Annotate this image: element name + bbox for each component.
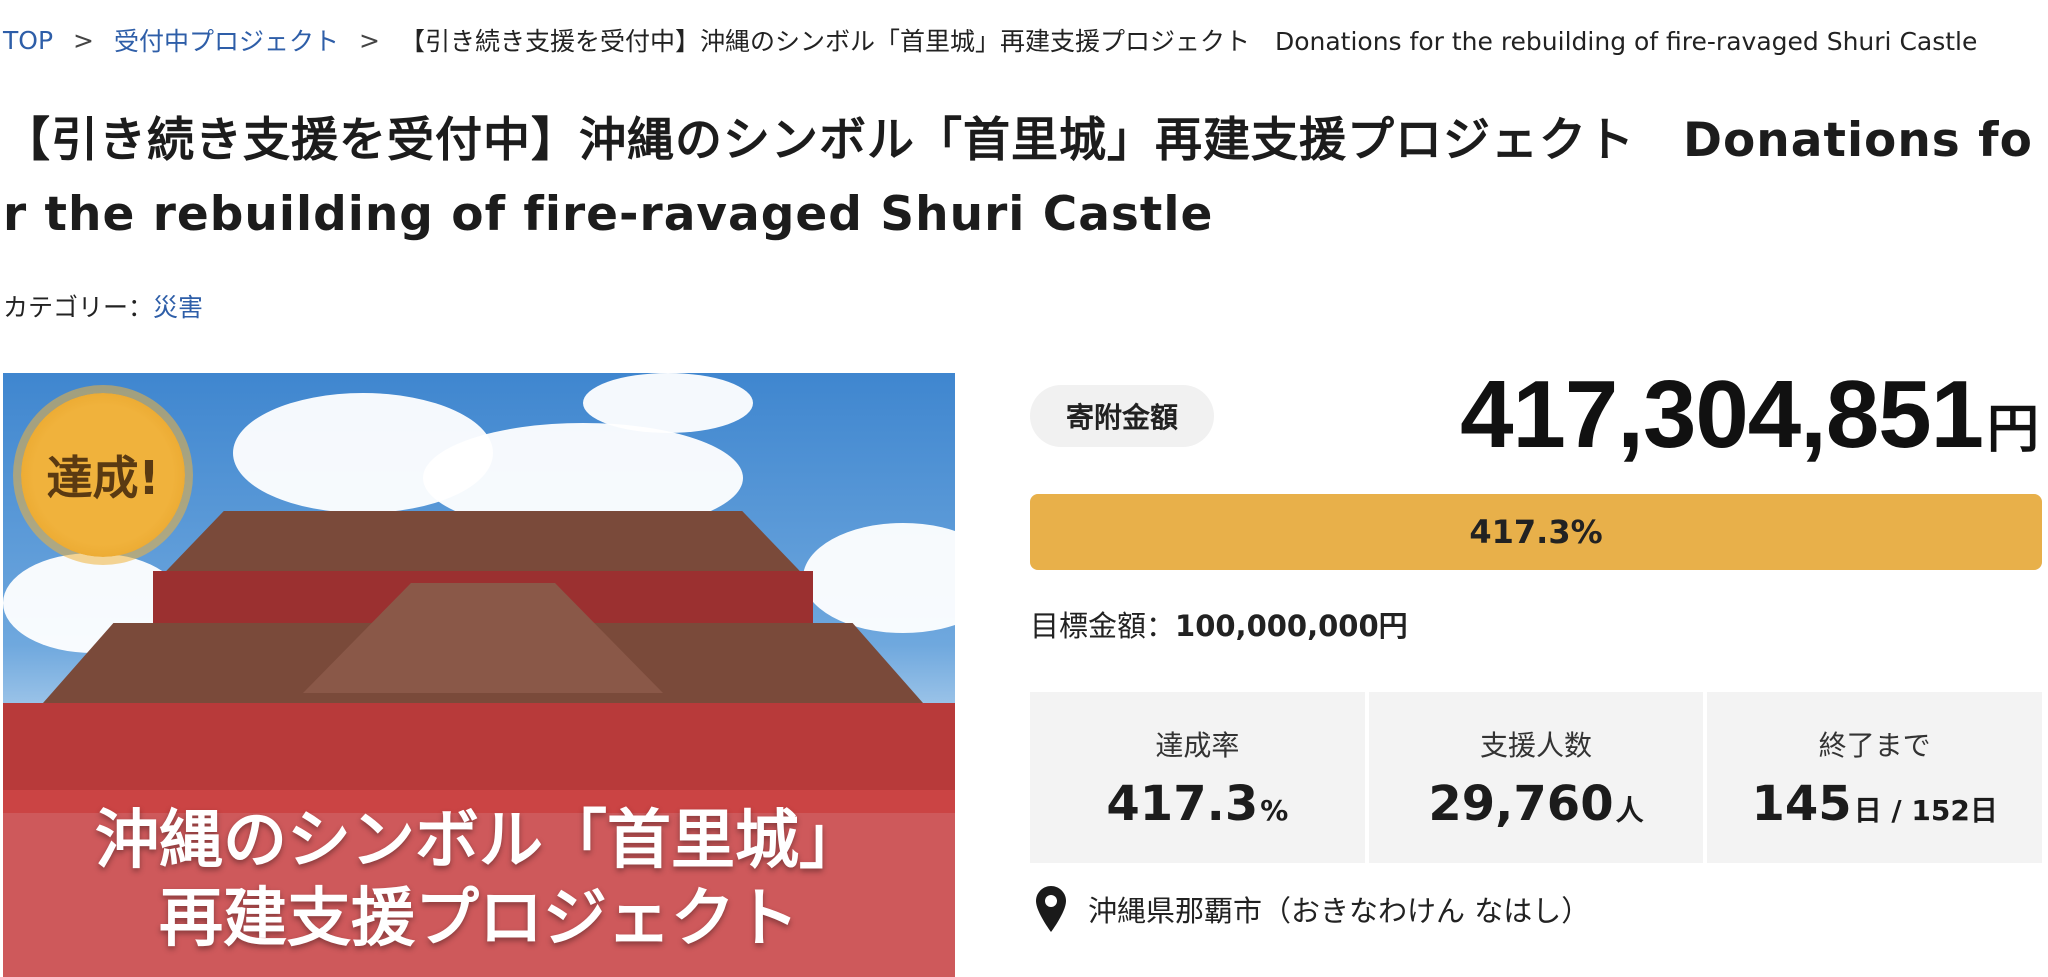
page-title: 【引き続き支援を受付中】沖縄のシンボル「首里城」再建支援プロジェクト Donat…	[3, 113, 2033, 242]
stat-number: 417.3	[1106, 775, 1259, 832]
stat-value: 417.3%	[1106, 776, 1288, 832]
project-hero-image: 達成! 沖縄のシンボル「首里城」 再建支援プロジェクト	[3, 373, 955, 977]
breadcrumb-separator: >	[359, 25, 380, 55]
funding-progress-text: 417.3%	[1469, 513, 1603, 551]
stat-achievement-rate: 達成率 417.3%	[1030, 692, 1365, 863]
donation-amount-label: 寄附金額	[1030, 385, 1214, 447]
stat-unit: 日 / 152日	[1853, 793, 1998, 827]
hero-caption: 沖縄のシンボル「首里城」 再建支援プロジェクト	[3, 790, 955, 977]
cloud-shape	[803, 523, 955, 633]
breadcrumb-top-link[interactable]: TOP	[3, 26, 53, 55]
stat-value: 29,760人	[1428, 776, 1643, 832]
donation-amount: 417,304,851円	[1460, 360, 2039, 470]
stat-unit: 人	[1615, 793, 1644, 827]
breadcrumb-separator: >	[73, 25, 94, 55]
stat-number: 145	[1751, 775, 1852, 832]
stat-number: 29,760	[1428, 775, 1614, 832]
funding-progress-bar: 417.3%	[1030, 494, 2042, 570]
stat-days-remaining: 終了まで 145日 / 152日	[1707, 692, 2043, 863]
location-text: 沖縄県那覇市（おきなわけん なはし）	[1088, 894, 1591, 928]
donation-amount-currency: 円	[1986, 401, 2039, 459]
map-pin-icon	[1036, 886, 1066, 932]
stat-supporters: 支援人数 29,760人	[1368, 692, 1704, 863]
hero-caption-line: 再建支援プロジェクト	[159, 882, 799, 956]
cloud-shape	[583, 373, 753, 433]
project-stats: 達成率 417.3% 支援人数 29,760人 終了まで 145日 / 152日	[1030, 692, 2043, 863]
donation-amount-value: 417,304,851	[1460, 361, 1984, 468]
goal-amount-value: 100,000,000円	[1175, 609, 1408, 643]
stat-unit: %	[1260, 793, 1289, 827]
stat-value: 145日 / 152日	[1751, 776, 1997, 832]
stat-label: 支援人数	[1480, 728, 1593, 762]
breadcrumb-current: 【引き続き支援を受付中】沖縄のシンボル「首里城」再建支援プロジェクト Donat…	[399, 27, 1978, 56]
category-link[interactable]: 災害	[153, 293, 203, 322]
hero-caption-line: 沖縄のシンボル「首里城」	[95, 804, 863, 878]
category-label: カテゴリー：	[3, 293, 154, 322]
stat-label: 終了まで	[1818, 728, 1931, 762]
breadcrumb-section-link[interactable]: 受付中プロジェクト	[114, 22, 339, 58]
goal-amount: 目標金額：100,000,000円	[1030, 603, 1408, 645]
category: カテゴリー：災害	[3, 288, 203, 324]
project-location: 沖縄県那覇市（おきなわけん なはし）	[1036, 886, 1590, 932]
breadcrumb: TOP > 受付中プロジェクト > 【引き続き支援を受付中】沖縄のシンボル「首里…	[3, 22, 1977, 58]
stat-label: 達成率	[1155, 728, 1240, 762]
castle-upper-roof	[166, 511, 800, 571]
achieved-badge: 達成!	[21, 393, 185, 557]
goal-amount-label: 目標金額：	[1030, 609, 1176, 643]
